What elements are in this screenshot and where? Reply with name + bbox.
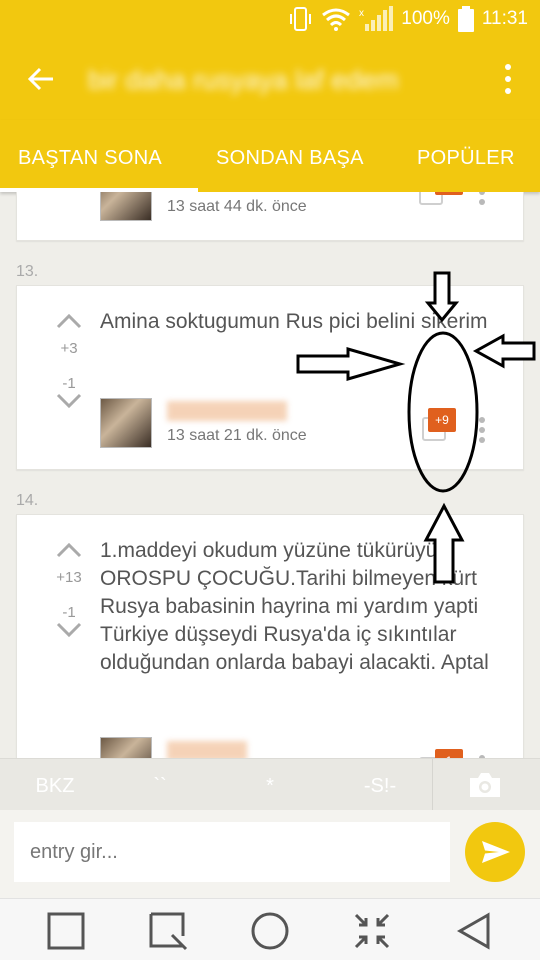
upvote-count: +3: [60, 340, 78, 357]
back-arrow-icon[interactable]: [26, 64, 56, 94]
spoiler-button[interactable]: -S!-: [345, 759, 415, 811]
bkz-button[interactable]: BKZ: [20, 759, 90, 811]
compose-area: [0, 810, 540, 898]
divider: [432, 759, 433, 811]
dot: [479, 437, 485, 443]
overflow-menu-icon[interactable]: [502, 64, 514, 94]
upvote-chevron-icon[interactable]: [55, 541, 83, 559]
dot: [479, 192, 485, 195]
recent-apps-icon[interactable]: [46, 911, 86, 951]
star-button[interactable]: *: [240, 759, 300, 811]
dot: [505, 88, 511, 94]
downvote-count: -1: [62, 604, 76, 621]
entry-text: Amina soktugumun Rus pici belini sikerim: [100, 310, 488, 333]
upvote-chevron-icon[interactable]: [55, 312, 83, 330]
dot: [479, 417, 485, 423]
dot: [479, 427, 485, 433]
upvote-count: +13: [56, 569, 82, 586]
avatar[interactable]: [100, 192, 152, 221]
status-icons: x 100% 11:31: [287, 6, 528, 32]
entry-card: 13 saat 44 dk. önce 1: [16, 192, 524, 241]
entry-time: 13 saat 21 dk. önce: [167, 427, 307, 444]
downvote-chevron-icon[interactable]: [55, 621, 83, 639]
author-name-blurred[interactable]: [167, 741, 247, 758]
entry-text: 1.maddeyi okudum yüzüne tükürüyüm OROSPU…: [100, 539, 489, 674]
svg-text:x: x: [359, 8, 364, 19]
comment-count-badge[interactable]: +9: [428, 408, 456, 432]
send-button[interactable]: [465, 822, 525, 882]
entry-options-icon[interactable]: [479, 417, 485, 443]
entry-time: 13 saat 44 dk. önce: [167, 198, 307, 215]
backtick-button[interactable]: ``: [130, 759, 190, 811]
comment-count-badge[interactable]: 1: [435, 192, 463, 195]
phone-vibrate-icon: [290, 7, 312, 31]
dot: [479, 199, 485, 205]
entry-options-icon[interactable]: [479, 192, 485, 205]
avatar[interactable]: [100, 737, 152, 758]
battery-icon: [457, 6, 474, 32]
author-name-blurred[interactable]: [167, 401, 287, 421]
entry-number: 14.: [16, 492, 39, 509]
tab-populer[interactable]: POPÜLER: [417, 120, 515, 192]
app-bar: bir daha rusyaya laf edem: [0, 38, 540, 120]
tab-bastan-sona[interactable]: BAŞTAN SONA: [18, 120, 162, 192]
wifi-icon: [322, 8, 351, 31]
shortcut-bar: BKZ `` * -S!-: [0, 758, 540, 811]
entry-card: +13 -1 1.maddeyi okudum yüzüne tükürüyüm…: [16, 514, 524, 758]
page-title: bir daha rusyaya laf edem: [88, 65, 399, 95]
vote-box: +13 -1: [39, 541, 99, 639]
downvote-count: -1: [62, 375, 76, 392]
vote-box: +3 -1: [39, 312, 99, 410]
back-triangle-icon[interactable]: [454, 911, 494, 951]
clock: 11:31: [481, 8, 528, 29]
avatar[interactable]: [100, 398, 152, 448]
send-icon: [482, 841, 510, 863]
dual-window-icon[interactable]: [352, 911, 392, 951]
signal-icon: x: [359, 6, 394, 31]
entry-list[interactable]: 13 saat 44 dk. önce 1 13. +3 -1 Amina so…: [0, 192, 540, 758]
status-bar: x 100% 11:31: [0, 0, 540, 38]
dot: [505, 76, 511, 82]
home-icon[interactable]: [250, 911, 290, 951]
comment-count-badge[interactable]: 1: [435, 749, 463, 758]
camera-icon[interactable]: [468, 771, 502, 799]
capture-icon[interactable]: [148, 911, 188, 951]
downvote-chevron-icon[interactable]: [55, 392, 83, 410]
dot: [505, 64, 511, 70]
entry-number: 13.: [16, 263, 39, 280]
tab-sondan-basa[interactable]: SONDAN BAŞA: [216, 120, 364, 192]
entry-input[interactable]: [14, 822, 450, 882]
entry-card: +3 -1 Amina soktugumun Rus pici belini s…: [16, 285, 524, 470]
battery-percent: 100%: [401, 8, 450, 29]
tab-bar: BAŞTAN SONA SONDAN BAŞA POPÜLER: [0, 120, 540, 192]
system-nav-bar: [0, 898, 540, 960]
